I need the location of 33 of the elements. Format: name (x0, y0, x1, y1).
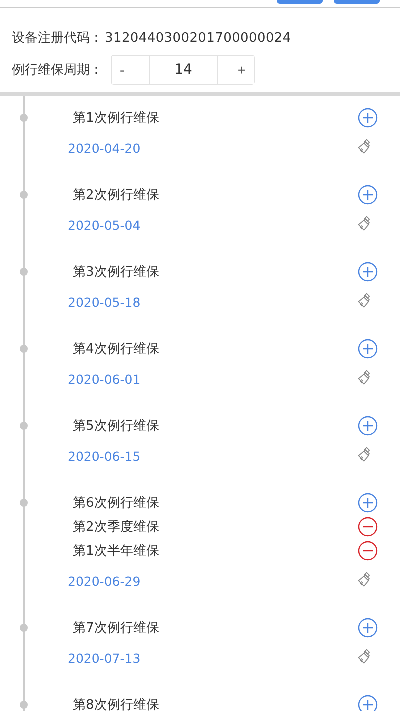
maintenance-title: 第1次例行维保 (73, 110, 160, 127)
maintenance-title: 第6次例行维保 (73, 495, 160, 512)
maintenance-title: 第2次季度维保 (73, 519, 160, 536)
add-icon[interactable] (358, 262, 378, 282)
maintenance-date: 2020-05-04 (68, 218, 141, 232)
add-icon[interactable] (358, 618, 378, 638)
remove-icon[interactable] (358, 541, 378, 561)
maintenance-date: 2020-05-18 (68, 294, 141, 310)
maintenance-date: 2020-06-29 (68, 574, 141, 588)
maintenance-date: 2020-06-15 (68, 448, 141, 464)
maintenance-title: 第7次例行维保 (73, 620, 160, 637)
maintenance-date: 2020-06-01 (68, 372, 141, 386)
add-icon[interactable] (358, 493, 378, 513)
add-icon[interactable] (358, 416, 378, 436)
maintenance-title: 第5次例行维保 (73, 418, 160, 435)
add-icon[interactable] (358, 339, 378, 359)
registration-code: 3120440300201700000024 (105, 30, 292, 46)
maintenance-title: 第1次半年维保 (73, 543, 160, 560)
maintenance-date: 2020-04-20 (68, 140, 141, 156)
maintenance-title: 第3次例行维保 (73, 264, 160, 281)
add-icon[interactable] (358, 695, 378, 711)
remove-icon[interactable] (358, 517, 378, 537)
maintenance-title: 第4次例行维保 (73, 341, 160, 358)
increment-button[interactable]: + (217, 56, 254, 84)
stepper-value[interactable]: 14 (150, 56, 217, 84)
maintenance-title: 第8次例行维保 (73, 697, 160, 711)
add-icon[interactable] (358, 185, 378, 205)
decrement-button[interactable]: - (112, 56, 150, 84)
field-label: 例行维保周期： (12, 62, 103, 79)
field-label: 设备注册代码： (12, 30, 103, 47)
maintenance-title: 第2次例行维保 (73, 187, 160, 204)
maintenance-date: 2020-07-13 (68, 650, 141, 666)
add-icon[interactable] (358, 108, 378, 128)
